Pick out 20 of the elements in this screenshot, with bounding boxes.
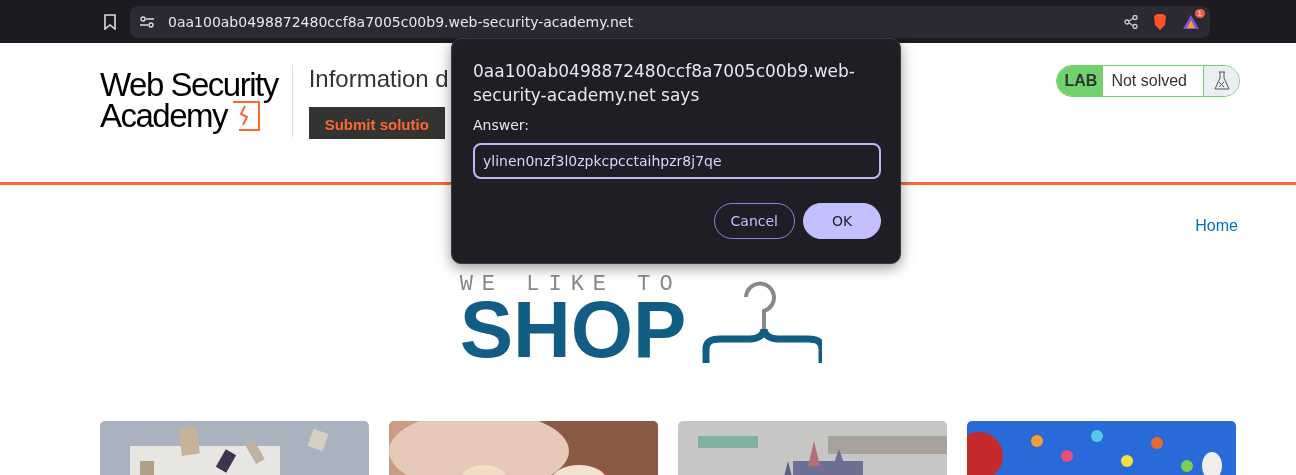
notification-badge: 1 [1194,8,1205,18]
bookmark-icon[interactable] [104,13,116,30]
lab-label: LAB [1056,66,1104,96]
field-label: Answer: [473,117,531,133]
rewards-icon[interactable] [1182,13,1200,30]
lab-status: Not solved [1110,72,1188,90]
share-icon[interactable] [1124,14,1138,29]
ok-button[interactable]: OK [803,203,881,239]
lab-title: Information d [308,65,449,93]
submit-solution-button[interactable]: Submit solutio [308,107,445,139]
nav-link[interactable]: Home [1195,217,1238,235]
answer-field[interactable]: ylinen0nzf3l0zpkcpcctaihpzr8j7qe [473,143,881,179]
shop-tagline: WE LIKE TO [459,275,683,295]
shop-name: SHOP [459,295,687,365]
flask-icon [1213,71,1230,91]
site-settings-icon [140,15,154,28]
address-bar[interactable]: 0aa100ab0498872480ccf8a7005c00b9.web-security-academy.net 1 [130,5,1210,38]
shield-icon[interactable] [1152,12,1168,31]
url-text: 0aa100ab0498872480ccf8a7005c00b9.web-security-academy.net [168,13,634,30]
dialog-title: 0aa100ab0498872480ccf8a7005c00b9.web-security-academy.net says [473,60,856,107]
